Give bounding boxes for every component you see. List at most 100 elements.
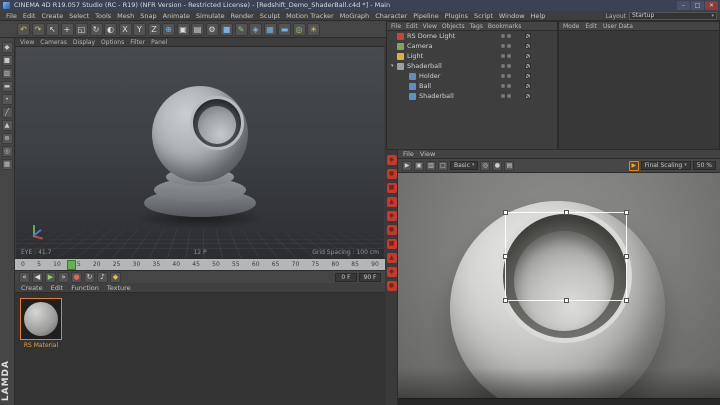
menu-item[interactable]: Tools [92, 12, 114, 20]
redshift-shelf-icon-1[interactable]: ◆ [386, 155, 397, 165]
visibility-dot-editor[interactable] [501, 74, 505, 78]
object-row-camera[interactable]: Camera [387, 41, 557, 51]
visibility-dot-editor[interactable] [501, 44, 505, 48]
light-icon[interactable]: ☀ [307, 22, 320, 36]
move-icon[interactable]: + [60, 22, 74, 36]
visibility-dot-editor[interactable] [501, 34, 505, 38]
loop-mode-icon[interactable]: ↻ [84, 271, 95, 283]
rs-render-icon[interactable]: ▶ [402, 160, 412, 171]
selection-handle-w[interactable] [503, 254, 508, 259]
material-thumbnail[interactable] [20, 298, 62, 340]
primitive-cube-icon[interactable]: ■ [220, 22, 233, 36]
object-row-shaderball-group[interactable]: ▾ Shaderball [387, 61, 557, 71]
menu-item[interactable]: Sculpt [257, 12, 283, 20]
attribute-menu-item[interactable]: Edit [585, 23, 597, 30]
lock-x-icon[interactable]: X [118, 22, 132, 36]
layout-select[interactable]: Startup ▾ [629, 12, 717, 20]
rs-clay-icon[interactable]: ● [492, 160, 503, 171]
redshift-shelf-icon-5[interactable]: ◆ [386, 211, 397, 221]
redshift-shelf-icon-6[interactable]: ● [386, 225, 397, 235]
model-mode-icon[interactable]: ■ [1, 55, 13, 66]
material-tag-icon[interactable] [525, 43, 531, 49]
visibility-dot-render[interactable] [507, 94, 511, 98]
material-tag-icon[interactable] [525, 33, 531, 39]
start-ipr-button[interactable]: ▶ [628, 160, 639, 171]
coordinate-system-icon[interactable]: ⊕ [162, 22, 175, 36]
visibility-dot-editor[interactable] [501, 84, 505, 88]
texture-mode-icon[interactable]: ▨ [1, 68, 13, 79]
viewport-menu-item[interactable]: Cameras [40, 39, 67, 46]
start-frame-field[interactable]: 0 F [335, 272, 357, 282]
object-row-holder[interactable]: Holder [387, 71, 557, 81]
material-menu-item[interactable]: Edit [51, 284, 64, 292]
material-menu-item[interactable]: Texture [107, 284, 131, 292]
menu-item[interactable]: Simulate [193, 12, 228, 20]
selection-handle-se[interactable] [624, 298, 629, 303]
render-picture-viewer-icon[interactable]: ▤ [191, 22, 204, 36]
close-button[interactable]: ✕ [705, 1, 718, 10]
render-view-icon[interactable]: ▣ [176, 22, 190, 36]
menu-item[interactable]: Snap [137, 12, 159, 20]
make-editable-icon[interactable]: ◆ [1, 42, 13, 53]
material-tag-icon[interactable] [525, 93, 531, 99]
viewport-menu-item[interactable]: Display [73, 39, 95, 46]
selection-handle-s[interactable] [563, 298, 569, 303]
floor-icon[interactable]: ▬ [278, 22, 291, 36]
rs-compare-icon[interactable]: ▥ [426, 160, 436, 171]
end-frame-field[interactable]: 90 F [359, 272, 381, 282]
visibility-dot-editor[interactable] [501, 54, 505, 58]
visibility-dot-editor[interactable] [501, 94, 505, 98]
menu-item[interactable]: Edit [20, 12, 39, 20]
lock-y-icon[interactable]: Y [133, 22, 146, 36]
keyframe-icon[interactable]: ◆ [110, 271, 121, 283]
material-tag-icon[interactable] [525, 83, 531, 89]
object-manager-menu-item[interactable]: Objects [442, 23, 465, 30]
minimize-button[interactable]: – [677, 1, 690, 10]
redshift-shelf-icon-10[interactable]: ● [386, 281, 397, 291]
timeline-playhead[interactable] [67, 260, 76, 270]
menu-item[interactable]: Help [528, 12, 549, 20]
next-frame-icon[interactable]: » [58, 271, 69, 283]
object-manager-menu-item[interactable]: Edit [406, 23, 418, 30]
material-tag-icon[interactable] [525, 63, 531, 69]
camera-icon[interactable]: ◎ [292, 22, 306, 36]
redshift-shelf-icon-8[interactable]: ▲ [386, 253, 397, 263]
object-manager-menu-item[interactable]: Tags [470, 23, 483, 30]
viewport-menu-item[interactable]: View [20, 39, 34, 46]
redshift-shelf-icon-2[interactable]: ● [386, 169, 397, 179]
material-tag-icon[interactable] [525, 73, 531, 79]
visibility-dot-render[interactable] [507, 54, 511, 58]
redshift-shelf-icon-7[interactable]: ■ [386, 239, 397, 249]
menu-item[interactable]: Mesh [114, 12, 137, 20]
object-row-rs-dome-light[interactable]: RS Dome Light [387, 31, 557, 41]
visibility-dot-render[interactable] [507, 84, 511, 88]
menu-item[interactable]: MoGraph [337, 12, 373, 20]
menu-item[interactable]: Create [38, 12, 66, 20]
visibility-dot-render[interactable] [507, 74, 511, 78]
render-view-menu-item[interactable]: File [403, 150, 414, 158]
menu-item[interactable]: File [3, 12, 20, 20]
material-menu-item[interactable]: Function [71, 284, 99, 292]
material-name[interactable]: RS Material [15, 342, 67, 349]
goto-start-icon[interactable]: « [19, 271, 30, 283]
object-manager-menu-item[interactable]: File [391, 23, 401, 30]
last-tool-icon[interactable]: ◐ [104, 22, 117, 36]
viewport-menu-item[interactable]: Filter [130, 39, 145, 46]
menu-item[interactable]: Script [471, 12, 496, 20]
array-icon[interactable]: ▦ [263, 22, 277, 36]
timeline-ruler[interactable]: 0 5 10 15 20 25 30 35 40 45 50 55 60 65 70 75 80 85 90 [15, 258, 385, 270]
render-settings-icon[interactable]: ⚙ [205, 22, 219, 36]
viewport-canvas[interactable]: EYE : 41.7 12 P Grid Spacing : 100 cm [16, 47, 384, 258]
viewport-menu-item[interactable]: Panel [151, 39, 167, 46]
rotate-icon[interactable]: ↻ [89, 22, 103, 36]
object-manager-menu-item[interactable]: Bookmarks [488, 23, 522, 30]
record-button[interactable]: ● [71, 271, 82, 283]
undo-icon[interactable]: ↶ [17, 22, 30, 36]
render-canvas[interactable] [398, 173, 720, 398]
selection-handle-sw[interactable] [503, 298, 508, 303]
object-row-shaderball[interactable]: Shaderball [387, 91, 557, 101]
maximize-button[interactable]: □ [691, 1, 704, 10]
menu-item[interactable]: Render [228, 12, 257, 20]
selection-handle-ne[interactable] [624, 210, 629, 215]
snap-icon[interactable]: ◎ [1, 146, 13, 157]
